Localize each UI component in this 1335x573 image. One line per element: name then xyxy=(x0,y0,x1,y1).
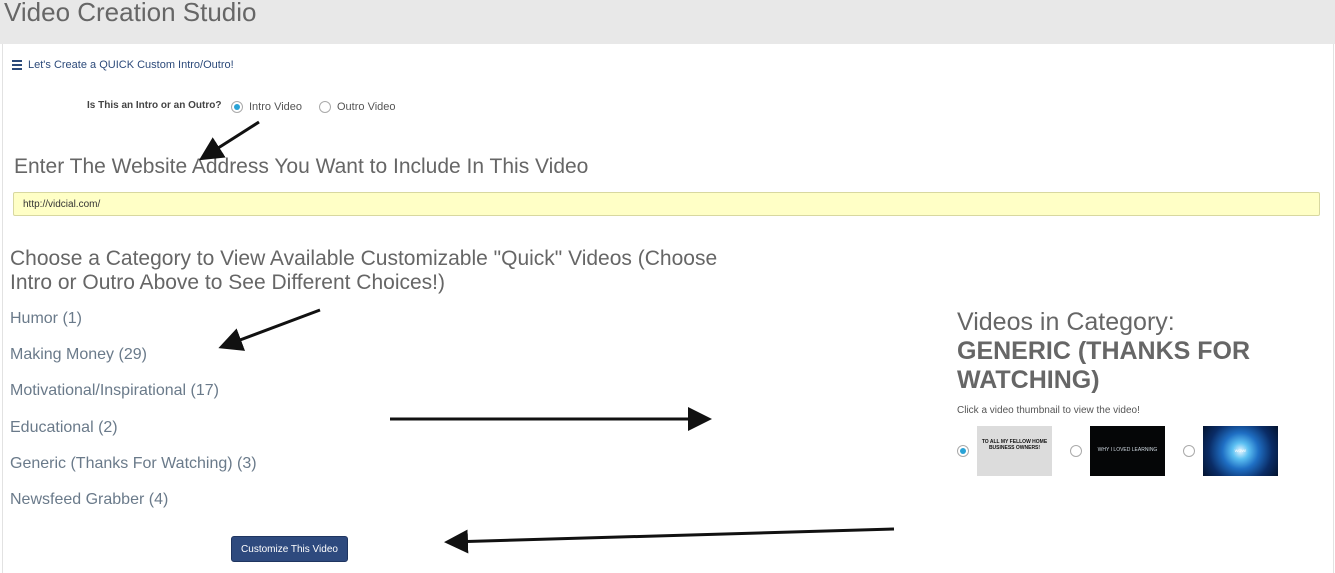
videos-category-name: GENERIC (THANKS FOR WATCHING) xyxy=(957,337,1251,394)
video-thumbnail-1-text: TO ALL MY FELLOW HOME BUSINESS OWNERS! xyxy=(981,439,1048,451)
videos-heading-prefix: Videos in Category: xyxy=(957,308,1175,336)
intro-video-label: Intro Video xyxy=(249,101,303,113)
video-thumbnail-2[interactable]: WHY I LOVED LEARNING xyxy=(1070,426,1165,476)
category-item-educational[interactable]: Educational (2) xyxy=(10,419,118,437)
video-thumbnail-1-radio[interactable] xyxy=(957,445,969,457)
video-thumbnail-3-text: WOW! xyxy=(1234,448,1247,453)
website-url-input[interactable] xyxy=(13,192,1320,216)
page-title: Video Creation Studio xyxy=(4,0,257,27)
category-item-making-money[interactable]: Making Money (29) xyxy=(10,346,147,364)
video-thumbnail-2-image[interactable]: WHY I LOVED LEARNING xyxy=(1090,426,1165,476)
video-thumbnail-2-text: WHY I LOVED LEARNING xyxy=(1097,447,1158,453)
outro-video-option[interactable]: Outro Video xyxy=(319,101,396,113)
video-thumbnail-1-image[interactable]: TO ALL MY FELLOW HOME BUSINESS OWNERS! xyxy=(977,426,1052,476)
intro-video-radio[interactable] xyxy=(231,101,243,113)
video-type-question: Is This an Intro or an Outro? xyxy=(87,100,222,111)
customize-video-button[interactable]: Customize This Video xyxy=(231,536,348,562)
video-thumbnail-3-radio[interactable] xyxy=(1183,445,1195,457)
outro-video-radio[interactable] xyxy=(319,101,331,113)
category-heading: Choose a Category to View Available Cust… xyxy=(10,247,718,294)
website-heading: Enter The Website Address You Want to In… xyxy=(14,155,589,178)
intro-video-option[interactable]: Intro Video xyxy=(231,101,302,113)
page-header: Video Creation Studio xyxy=(0,0,1335,44)
video-thumbnail-2-radio[interactable] xyxy=(1070,445,1082,457)
video-thumbnail-1[interactable]: TO ALL MY FELLOW HOME BUSINESS OWNERS! xyxy=(957,426,1052,476)
category-item-motivational[interactable]: Motivational/Inspirational (17) xyxy=(10,382,219,400)
category-item-generic[interactable]: Generic (Thanks For Watching) (3) xyxy=(10,455,257,473)
video-thumbnail-3[interactable]: WOW! xyxy=(1183,426,1278,476)
section-toggle-link[interactable]: Let's Create a QUICK Custom Intro/Outro! xyxy=(12,58,234,72)
videos-heading: Videos in Category: GENERIC (THANKS FOR … xyxy=(957,308,1317,395)
video-thumbnail-3-image[interactable]: WOW! xyxy=(1203,426,1278,476)
section-toggle-label: Let's Create a QUICK Custom Intro/Outro! xyxy=(28,59,234,71)
videos-hint: Click a video thumbnail to view the vide… xyxy=(957,405,1140,416)
menu-icon xyxy=(12,58,22,72)
category-item-humor[interactable]: Humor (1) xyxy=(10,310,82,328)
category-item-newsfeed[interactable]: Newsfeed Grabber (4) xyxy=(10,491,168,509)
outro-video-label: Outro Video xyxy=(337,101,396,113)
